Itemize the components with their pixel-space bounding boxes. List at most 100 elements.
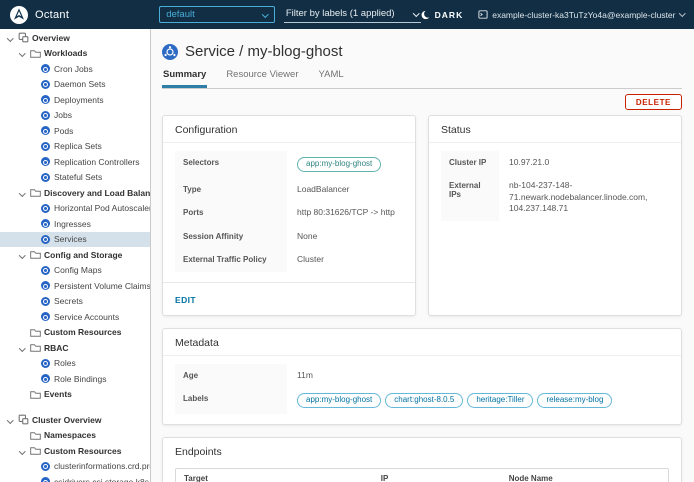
- tab-yaml[interactable]: YAML: [317, 69, 344, 88]
- resource-icon: [41, 173, 50, 182]
- theme-toggle[interactable]: DARK: [421, 10, 464, 20]
- sidebar-item-label: Jobs: [54, 110, 72, 120]
- tab-resource-viewer[interactable]: Resource Viewer: [225, 69, 299, 88]
- sidebar-item-roles[interactable]: Roles: [0, 356, 150, 372]
- sidebar-item-role-bindings[interactable]: Role Bindings: [0, 371, 150, 387]
- sidebar-item-config-and-storage[interactable]: Config and Storage: [0, 247, 150, 263]
- sidebar-item-horizontal-pod-autoscalers[interactable]: Horizontal Pod Autoscalers: [0, 201, 150, 217]
- main-content: Service / my-blog-ghost Summary Resource…: [151, 29, 694, 482]
- sidebar-item-service-accounts[interactable]: Service Accounts: [0, 309, 150, 325]
- label-tag[interactable]: release:my-blog: [537, 393, 612, 408]
- sidebar-item-pods[interactable]: Pods: [0, 123, 150, 139]
- cluster-ip-value: 10.97.21.0: [499, 151, 669, 174]
- sidebar-item-config-maps[interactable]: Config Maps: [0, 263, 150, 279]
- namespace-select[interactable]: default: [159, 6, 275, 23]
- resource-icon: [41, 219, 50, 228]
- resource-icon: [41, 462, 50, 471]
- sidebar-item-label: Config Maps: [54, 265, 102, 275]
- sidebar-item-crd-csidrivers[interactable]: csidrivers.csi.storage.k8s.io: [0, 474, 150, 482]
- octant-logo-icon: [10, 6, 28, 24]
- sidebar-item-label: Workloads: [44, 48, 87, 58]
- sidebar-item-services[interactable]: Services: [0, 232, 150, 248]
- namespace-select-value: default: [166, 9, 195, 20]
- sidebar-item-cluster-custom-resources[interactable]: Custom Resources: [0, 443, 150, 459]
- sidebar-item-secrets[interactable]: Secrets: [0, 294, 150, 310]
- folder-icon: [28, 328, 42, 337]
- sidebar-item-events[interactable]: Events: [0, 387, 150, 403]
- action-bar: DELETE: [162, 94, 682, 110]
- labels-value: app:my-blog-ghost chart:ghost-8.0.5 heri…: [287, 387, 669, 414]
- resource-icon: [41, 142, 50, 151]
- sidebar-item-replica-sets[interactable]: Replica Sets: [0, 139, 150, 155]
- label-filter-input[interactable]: Filter by labels (1 applied): [284, 6, 421, 23]
- tab-summary[interactable]: Summary: [162, 69, 207, 88]
- service-icon: [162, 44, 178, 60]
- sidebar-item-jobs[interactable]: Jobs: [0, 108, 150, 124]
- cluster-context-dropdown[interactable]: example-cluster-ka3TuTzYo4a@example-clus…: [478, 10, 684, 20]
- folder-icon: [28, 446, 42, 455]
- sidebar-item-persistent-volume-claims[interactable]: Persistent Volume Claims: [0, 278, 150, 294]
- sidebar-item-cron-jobs[interactable]: Cron Jobs: [0, 61, 150, 77]
- folder-icon: [28, 431, 42, 440]
- sidebar-item-label: Config and Storage: [44, 250, 122, 260]
- apps-icon: [16, 414, 30, 425]
- sidebar-item-label: Persistent Volume Claims: [54, 281, 150, 291]
- status-card-title: Status: [429, 116, 681, 143]
- sidebar-item-deployments[interactable]: Deployments: [0, 92, 150, 108]
- resource-icon: [41, 126, 50, 135]
- endpoints-card: Endpoints Target IP Node Name my-blog-gh…: [162, 437, 682, 482]
- sidebar-item-label: Horizontal Pod Autoscalers: [54, 203, 150, 213]
- chevron-down-icon: [7, 417, 13, 423]
- sidebar-item-rbac[interactable]: RBAC: [0, 340, 150, 356]
- sidebar-item-namespaces[interactable]: Namespaces: [0, 428, 150, 444]
- external-ips-value: nb-104-237-148-71.newark.nodebalancer.li…: [499, 174, 669, 220]
- sidebar-item-daemon-sets[interactable]: Daemon Sets: [0, 77, 150, 93]
- folder-icon: [28, 188, 42, 197]
- resource-icon: [41, 111, 50, 120]
- sidebar-item-label: Namespaces: [44, 430, 96, 440]
- label-tag[interactable]: chart:ghost-8.0.5: [385, 393, 463, 408]
- sidebar-item-label: Custom Resources: [44, 327, 121, 337]
- configuration-card: Configuration Selectors app:my-blog-ghos…: [162, 115, 416, 316]
- label-tag[interactable]: app:my-blog-ghost: [297, 393, 381, 408]
- folder-icon: [28, 390, 42, 399]
- sidebar-navigation: Overview Workloads Cron Jobs Daemon Sets…: [0, 29, 151, 482]
- chevron-down-icon: [19, 190, 25, 196]
- type-value: LoadBalancer: [287, 178, 403, 201]
- top-bar-right: DARK example-cluster-ka3TuTzYo4a@example…: [421, 10, 684, 20]
- sidebar-item-replication-controllers[interactable]: Replication Controllers: [0, 154, 150, 170]
- cluster-ip-label: Cluster IP: [441, 151, 499, 174]
- endpoints-table-header: Target IP Node Name: [176, 469, 668, 482]
- sidebar-item-label: clusterinformations.crd.projec: [54, 461, 150, 471]
- sidebar-item-overview[interactable]: Overview: [0, 30, 150, 46]
- summary-cards: Configuration Selectors app:my-blog-ghos…: [162, 115, 682, 482]
- sidebar-item-label: Events: [44, 389, 72, 399]
- resource-icon: [41, 95, 50, 104]
- sidebar-item-discovery-and-load-balancing[interactable]: Discovery and Load Balancing: [0, 185, 150, 201]
- resource-icon: [41, 477, 50, 482]
- label-tag[interactable]: heritage:Tiller: [467, 393, 533, 408]
- selector-tag[interactable]: app:my-blog-ghost: [297, 157, 381, 172]
- sidebar-item-ingresses[interactable]: Ingresses: [0, 216, 150, 232]
- sidebar-item-label: Pods: [54, 126, 73, 136]
- sidebar-item-stateful-sets[interactable]: Stateful Sets: [0, 170, 150, 186]
- session-affinity-label: Session Affinity: [175, 225, 287, 248]
- resource-icon: [41, 64, 50, 73]
- sidebar-item-label: Service Accounts: [54, 312, 119, 322]
- sidebar-item-cluster-overview[interactable]: Cluster Overview: [0, 412, 150, 428]
- app-title: Octant: [35, 9, 69, 21]
- resource-icon: [41, 374, 50, 383]
- chevron-down-icon: [679, 10, 685, 16]
- resource-icon: [41, 266, 50, 275]
- apps-icon: [16, 32, 30, 43]
- sidebar-item-workloads[interactable]: Workloads: [0, 46, 150, 62]
- delete-button[interactable]: DELETE: [625, 94, 682, 110]
- age-value: 11m: [287, 364, 669, 387]
- cluster-context-label: example-cluster-ka3TuTzYo4a@example-clus…: [492, 10, 675, 20]
- sidebar-item-custom-resources[interactable]: Custom Resources: [0, 325, 150, 341]
- sidebar-item-crd-clusterinformations[interactable]: clusterinformations.crd.projec: [0, 459, 150, 475]
- column-target: Target: [176, 469, 373, 482]
- edit-link[interactable]: EDIT: [175, 295, 196, 305]
- chevron-down-icon: [19, 448, 25, 454]
- chevron-down-icon: [19, 345, 25, 351]
